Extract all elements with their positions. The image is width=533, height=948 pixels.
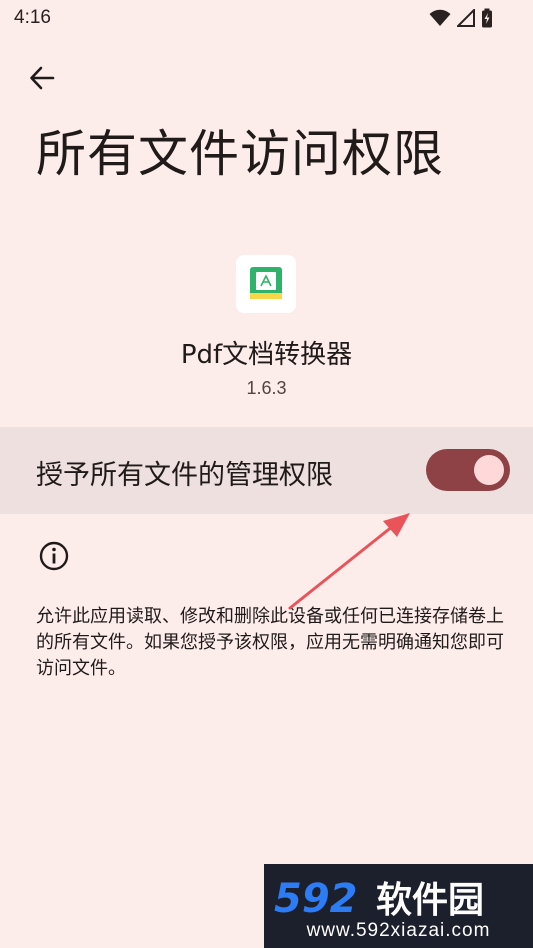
status-icons [429, 8, 493, 28]
svg-text:592: 592 [274, 876, 358, 922]
arrow-left-icon [30, 66, 55, 90]
permission-label: 授予所有文件的管理权限 [36, 460, 333, 491]
permission-toggle-switch[interactable] [426, 449, 510, 491]
back-button[interactable] [22, 58, 62, 98]
info-icon [39, 541, 69, 571]
status-time: 4:16 [14, 7, 51, 28]
permission-toggle-row[interactable]: 授予所有文件的管理权限 [0, 427, 533, 514]
permission-description: 允许此应用读取、修改和删除此设备或任何已连接存储卷上的所有文件。如果您授予该权限… [36, 606, 504, 679]
wifi-icon [429, 9, 451, 26]
watermark-url: www.592xiazai.com [306, 920, 491, 941]
page-title: 所有文件访问权限 [36, 125, 444, 183]
status-bar: 4:16 [0, 0, 533, 36]
watermark: 592 软件园 www.592xiazai.com [264, 864, 533, 948]
app-version: 1.6.3 [246, 378, 287, 398]
app-name: Pdf文档转换器 [180, 340, 353, 370]
signal-icon [457, 9, 475, 27]
pdf-app-icon [236, 255, 296, 313]
watermark-logo: 592 软件园 [274, 876, 484, 922]
toggle-thumb [474, 455, 504, 485]
battery-icon [482, 8, 492, 28]
svg-text:软件园: 软件园 [376, 880, 484, 921]
